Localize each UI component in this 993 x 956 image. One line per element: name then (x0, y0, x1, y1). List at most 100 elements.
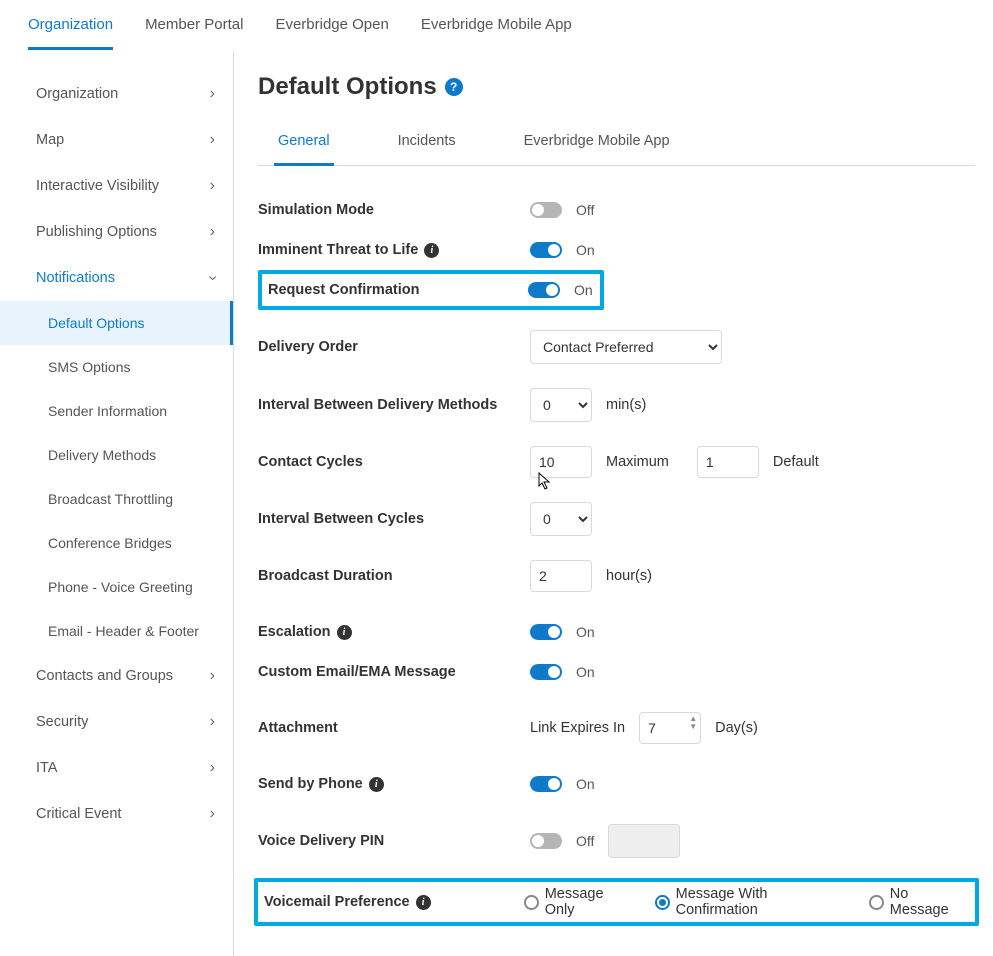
select-delivery-order[interactable]: Contact Preferred (530, 330, 722, 364)
label-contact-cycles: Contact Cycles (258, 454, 530, 470)
tab-everbridge-mobile-app-inner[interactable]: Everbridge Mobile App (520, 119, 674, 166)
chevron-right-icon: › (210, 805, 215, 823)
sidebar-item-security[interactable]: Security › (0, 699, 233, 745)
sidebar-item-publishing-options[interactable]: Publishing Options › (0, 209, 233, 255)
label-custom-email: Custom Email/EMA Message (258, 664, 530, 680)
row-imminent-threat: Imminent Threat to Life i On (258, 230, 975, 270)
chevron-down-icon: › (203, 275, 221, 280)
radio-dot-icon (524, 895, 539, 910)
toggle-state-text: Off (576, 202, 594, 218)
top-nav-tabs: Organization Member Portal Everbridge Op… (0, 0, 993, 51)
help-icon[interactable]: ? (445, 78, 463, 96)
text-default: Default (773, 454, 819, 470)
chevron-right-icon: › (210, 667, 215, 685)
info-icon[interactable]: i (337, 625, 352, 640)
input-broadcast-duration[interactable] (530, 560, 592, 592)
radio-message-only[interactable]: Message Only (524, 886, 635, 918)
toggle-state-text: On (576, 776, 595, 792)
sidebar-sub-conference-bridges[interactable]: Conference Bridges (0, 521, 233, 565)
sidebar-item-critical-event[interactable]: Critical Event › (0, 791, 233, 837)
toggle-escalation[interactable] (530, 624, 562, 640)
toggle-state-text: On (576, 624, 595, 640)
label-voicemail-preference: Voicemail Preference i (264, 894, 524, 910)
stepper-attachment-days[interactable]: ▲▼ (639, 712, 701, 744)
row-request-confirmation: Request Confirmation On (258, 270, 604, 310)
row-simulation-mode: Simulation Mode Off (258, 190, 975, 230)
tab-organization[interactable]: Organization (28, 0, 113, 50)
sidebar-item-label: Notifications (36, 270, 115, 286)
sidebar-item-label: Contacts and Groups (36, 668, 173, 684)
radio-dot-icon (655, 895, 670, 910)
toggle-imminent-threat[interactable] (530, 242, 562, 258)
sidebar-item-map[interactable]: Map › (0, 117, 233, 163)
toggle-simulation-mode[interactable] (530, 202, 562, 218)
row-custom-email: Custom Email/EMA Message On (258, 652, 975, 692)
row-delivery-order: Delivery Order Contact Preferred (258, 326, 975, 368)
toggle-request-confirmation[interactable] (528, 282, 560, 298)
select-interval-cycles[interactable]: 0 (530, 502, 592, 536)
sidebar-sub-sms-options[interactable]: SMS Options (0, 345, 233, 389)
input-contact-cycles-max[interactable] (530, 446, 592, 478)
toggle-state-text: On (576, 242, 595, 258)
input-voice-pin-disabled (608, 824, 680, 858)
sidebar-sub-delivery-methods[interactable]: Delivery Methods (0, 433, 233, 477)
sidebar-item-contacts-and-groups[interactable]: Contacts and Groups › (0, 653, 233, 699)
label-escalation: Escalation i (258, 624, 530, 640)
chevron-right-icon: › (210, 713, 215, 731)
toggle-send-by-phone[interactable] (530, 776, 562, 792)
toggle-voice-pin[interactable] (530, 833, 562, 849)
unit-text: min(s) (606, 397, 646, 413)
sidebar-sub-broadcast-throttling[interactable]: Broadcast Throttling (0, 477, 233, 521)
stepper-arrows-icon[interactable]: ▲▼ (689, 715, 697, 731)
row-interval-cycles: Interval Between Cycles 0 (258, 498, 975, 540)
info-icon[interactable]: i (416, 895, 431, 910)
input-contact-cycles-default[interactable] (697, 446, 759, 478)
toggle-state-text: On (574, 282, 593, 298)
sidebar-item-interactive-visibility[interactable]: Interactive Visibility › (0, 163, 233, 209)
sidebar-sub-phone-voice-greeting[interactable]: Phone - Voice Greeting (0, 565, 233, 609)
tab-everbridge-open[interactable]: Everbridge Open (275, 0, 388, 50)
info-icon[interactable]: i (424, 243, 439, 258)
page-title: Default Options ? (258, 73, 975, 101)
sidebar-item-organization[interactable]: Organization › (0, 71, 233, 117)
label-voice-pin: Voice Delivery PIN (258, 833, 530, 849)
row-interval-methods: Interval Between Delivery Methods 0 min(… (258, 384, 975, 426)
toggle-custom-email[interactable] (530, 664, 562, 680)
sidebar-sub-default-options[interactable]: Default Options (0, 301, 233, 345)
row-escalation: Escalation i On (258, 612, 975, 652)
tab-general[interactable]: General (274, 119, 334, 166)
sidebar-sub-sender-information[interactable]: Sender Information (0, 389, 233, 433)
sidebar-item-label: Publishing Options (36, 224, 157, 240)
info-icon[interactable]: i (369, 777, 384, 792)
page-title-text: Default Options (258, 73, 437, 101)
row-send-by-phone: Send by Phone i On (258, 764, 975, 804)
label-interval-methods: Interval Between Delivery Methods (258, 397, 530, 413)
chevron-right-icon: › (210, 131, 215, 149)
unit-text: Day(s) (715, 720, 758, 736)
radio-dot-icon (869, 895, 884, 910)
label-send-by-phone: Send by Phone i (258, 776, 530, 792)
chevron-right-icon: › (210, 759, 215, 777)
sidebar: Organization › Map › Interactive Visibil… (0, 51, 234, 956)
tab-incidents[interactable]: Incidents (394, 119, 460, 166)
chevron-right-icon: › (210, 223, 215, 241)
main-content: Default Options ? General Incidents Ever… (234, 51, 993, 956)
radio-message-with-confirmation[interactable]: Message With Confirmation (655, 886, 849, 918)
sidebar-item-notifications[interactable]: Notifications › (0, 255, 233, 301)
label-simulation-mode: Simulation Mode (258, 202, 530, 218)
unit-text: hour(s) (606, 568, 652, 584)
sidebar-item-label: Critical Event (36, 806, 121, 822)
row-voicemail-preference: Voicemail Preference i Message Only Mess… (254, 878, 979, 926)
radio-no-message[interactable]: No Message (869, 886, 969, 918)
sidebar-sub-email-header-footer[interactable]: Email - Header & Footer (0, 609, 233, 653)
row-contact-cycles: Contact Cycles Maximum Default (258, 442, 975, 482)
inner-tabs: General Incidents Everbridge Mobile App (258, 119, 975, 166)
tab-member-portal[interactable]: Member Portal (145, 0, 243, 50)
select-interval-methods[interactable]: 0 (530, 388, 592, 422)
row-broadcast-duration: Broadcast Duration hour(s) (258, 556, 975, 596)
sidebar-item-ita[interactable]: ITA › (0, 745, 233, 791)
row-attachment: Attachment Link Expires In ▲▼ Day(s) (258, 708, 975, 748)
tab-everbridge-mobile-app[interactable]: Everbridge Mobile App (421, 0, 572, 50)
text-link-expires: Link Expires In (530, 720, 625, 736)
sidebar-item-label: Map (36, 132, 64, 148)
